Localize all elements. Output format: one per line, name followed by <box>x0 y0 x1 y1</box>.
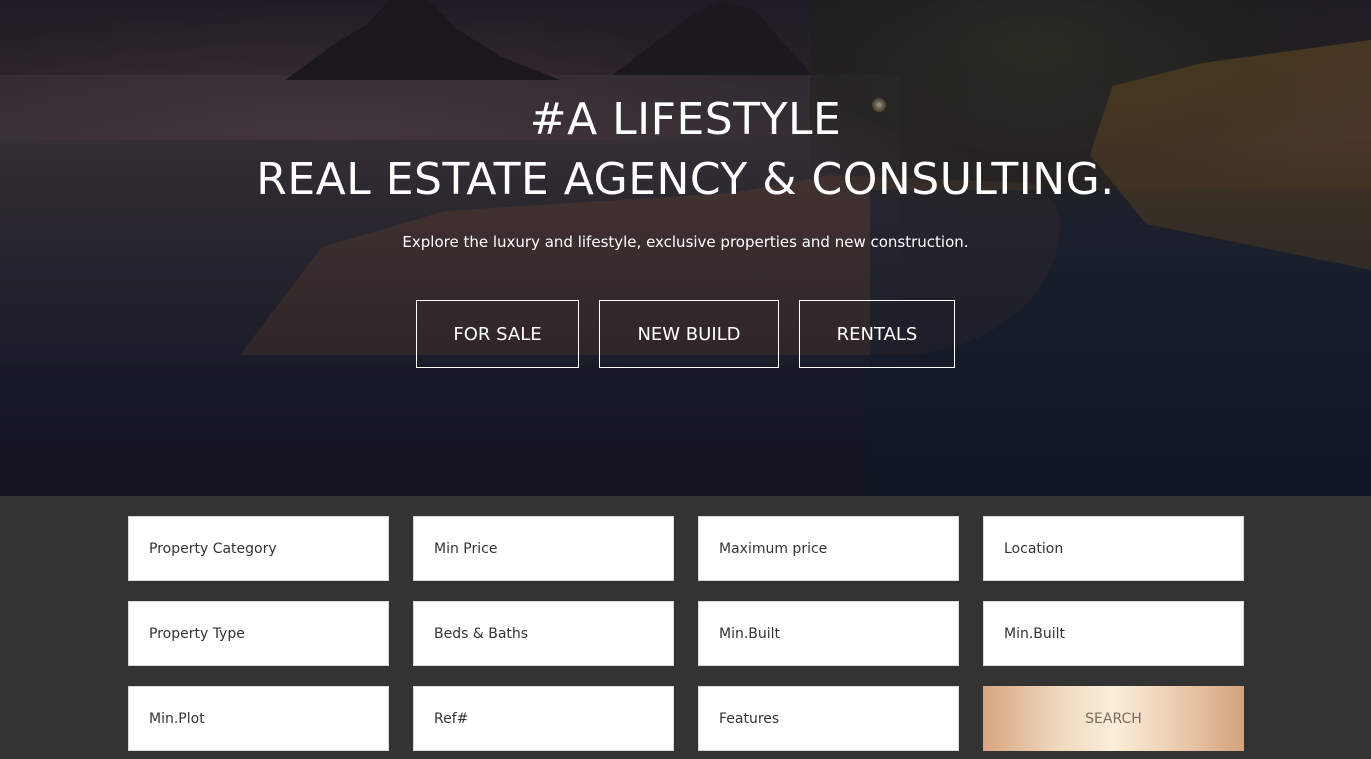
search-panel: Property Category Min Price Maximum pric… <box>0 496 1371 759</box>
min-plot-select[interactable]: Min.Plot <box>128 686 389 751</box>
page: #A LIFESTYLE REAL ESTATE AGENCY & CONSUL… <box>0 0 1371 759</box>
hero-title: #A LIFESTYLE REAL ESTATE AGENCY & CONSUL… <box>0 90 1371 210</box>
max-price-select[interactable]: Maximum price <box>698 516 959 581</box>
hero-title-line1: #A LIFESTYLE <box>529 94 842 145</box>
for-sale-button[interactable]: FOR SALE <box>416 300 579 368</box>
hero-title-line2: REAL ESTATE AGENCY & CONSULTING. <box>256 154 1115 205</box>
min-price-select[interactable]: Min Price <box>413 516 674 581</box>
min-built-select[interactable]: Min.Built <box>698 601 959 666</box>
ref-input[interactable]: Ref# <box>413 686 674 751</box>
location-select[interactable]: Location <box>983 516 1244 581</box>
search-button[interactable]: SEARCH <box>983 686 1244 751</box>
hero-section: #A LIFESTYLE REAL ESTATE AGENCY & CONSUL… <box>0 0 1371 496</box>
beds-baths-select[interactable]: Beds & Baths <box>413 601 674 666</box>
hero-subtitle: Explore the luxury and lifestyle, exclus… <box>402 233 969 251</box>
min-built-select-2[interactable]: Min.Built <box>983 601 1244 666</box>
features-select[interactable]: Features <box>698 686 959 751</box>
new-build-button[interactable]: NEW BUILD <box>599 300 779 368</box>
property-type-select[interactable]: Property Type <box>128 601 389 666</box>
rentals-button[interactable]: RENTALS <box>799 300 955 368</box>
property-category-select[interactable]: Property Category <box>128 516 389 581</box>
